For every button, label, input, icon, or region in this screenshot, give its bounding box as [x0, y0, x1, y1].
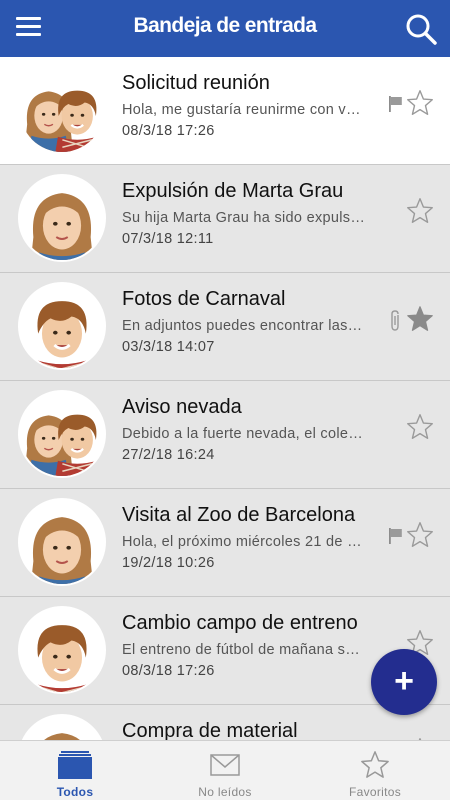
- message-preview: Su hija Marta Grau ha sido expulsada: [122, 210, 366, 226]
- star-outline-icon[interactable]: [406, 197, 434, 225]
- app-header: Bandeja de entrada: [0, 0, 450, 57]
- inbox-tray-icon: [58, 751, 92, 779]
- message-preview: En adjuntos puedes encontrar las fotos: [122, 318, 366, 334]
- tab-favoritos[interactable]: Favoritos: [300, 741, 450, 800]
- message-date: 19/2/18 10:26: [122, 555, 215, 571]
- star-filled-icon[interactable]: [406, 305, 434, 333]
- avatar: [18, 282, 106, 370]
- message-subject: Cambio campo de entreno: [122, 612, 358, 634]
- star-outline-icon[interactable]: [406, 413, 434, 441]
- message-row[interactable]: Visita al Zoo de Barcelona Hola, el próx…: [0, 489, 450, 597]
- message-date: 07/3/18 12:11: [122, 231, 214, 247]
- message-subject: Visita al Zoo de Barcelona: [122, 504, 356, 526]
- message-date: 08/3/18 17:26: [122, 123, 215, 139]
- envelope-icon: [210, 754, 240, 776]
- flag-icon: [389, 528, 402, 544]
- message-list[interactable]: Solicitud reunión Hola, me gustaría reun…: [0, 57, 450, 740]
- page-title: Bandeja de entrada: [133, 14, 318, 37]
- message-date: 27/2/18 16:24: [122, 447, 215, 463]
- message-preview: Hola, me gustaría reunirme con vosotros: [122, 102, 366, 118]
- message-subject: Solicitud reunión: [122, 72, 270, 94]
- star-outline-icon: [361, 751, 389, 778]
- message-row[interactable]: Aviso nevada Debido a la fuerte nevada, …: [0, 381, 450, 489]
- message-row[interactable]: Compra de material: [0, 705, 450, 740]
- avatar: [18, 498, 106, 586]
- message-subject: Compra de material: [122, 720, 298, 740]
- avatar: [18, 174, 106, 262]
- tab-todos[interactable]: Todos: [0, 741, 150, 800]
- message-subject: Expulsión de Marta Grau: [122, 180, 344, 202]
- message-subject: Aviso nevada: [122, 396, 242, 418]
- compose-button[interactable]: +: [371, 649, 437, 715]
- avatar: [18, 714, 106, 740]
- avatar: [18, 66, 106, 154]
- tab-label: Favoritos: [348, 785, 402, 799]
- message-row[interactable]: Solicitud reunión Hola, me gustaría reun…: [0, 57, 450, 165]
- message-date: 03/3/18 14:07: [122, 339, 215, 355]
- star-outline-icon[interactable]: [406, 89, 434, 117]
- message-preview: Debido a la fuerte nevada, el colegio: [122, 426, 366, 442]
- tab-bar: Todos No leídos Favoritos: [0, 740, 450, 800]
- flag-icon: [389, 96, 402, 112]
- tab-label: Todos: [56, 785, 94, 799]
- message-row[interactable]: Expulsión de Marta Grau Su hija Marta Gr…: [0, 165, 450, 273]
- tab-no-leidos[interactable]: No leídos: [150, 741, 300, 800]
- paperclip-icon: [391, 310, 399, 331]
- message-date: 08/3/18 17:26: [122, 663, 215, 679]
- message-row[interactable]: Fotos de Carnaval En adjuntos puedes enc…: [0, 273, 450, 381]
- search-icon[interactable]: [404, 12, 438, 46]
- avatar: [18, 606, 106, 694]
- star-outline-icon[interactable]: [406, 521, 434, 549]
- message-preview: Hola, el próximo miércoles 21 de marzo: [122, 534, 366, 550]
- message-preview: El entreno de fútbol de mañana se hará: [122, 642, 366, 658]
- tab-label: No leídos: [198, 785, 252, 799]
- message-subject: Fotos de Carnaval: [122, 288, 286, 310]
- avatar: [18, 390, 106, 478]
